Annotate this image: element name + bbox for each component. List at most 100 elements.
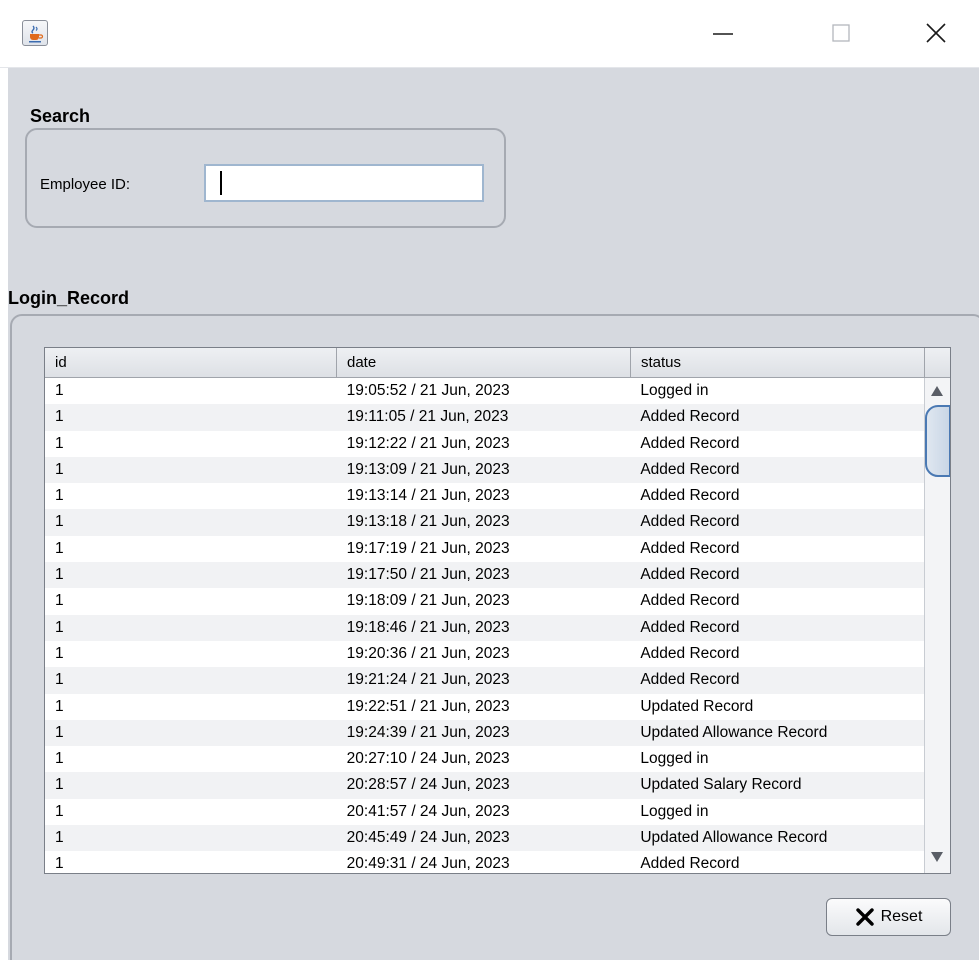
cell-date: 20:49:31 / 24 Jun, 2023 bbox=[346, 855, 510, 873]
cell-id: 1 bbox=[55, 539, 64, 557]
cell-status: Added Record bbox=[640, 566, 740, 584]
close-button[interactable] bbox=[913, 14, 959, 54]
cell-status: Updated Allowance Record bbox=[640, 723, 828, 741]
scroll-thumb[interactable] bbox=[925, 405, 950, 477]
title-bar bbox=[0, 0, 979, 68]
cell-date: 19:20:36 / 21 Jun, 2023 bbox=[346, 644, 510, 662]
column-header-status[interactable]: status bbox=[631, 348, 925, 378]
cell-status: Added Record bbox=[640, 855, 740, 873]
table-row[interactable]: 1 20:27:10 / 24 Jun, 2023 Logged in bbox=[45, 746, 924, 773]
table-row[interactable]: 1 19:17:19 / 21 Jun, 2023 Added Record bbox=[45, 535, 924, 563]
cell-status: Updated Salary Record bbox=[640, 776, 802, 794]
x-icon bbox=[855, 908, 874, 926]
login-record-title: Login_Record bbox=[8, 288, 130, 308]
cell-status: Updated Allowance Record bbox=[640, 829, 828, 847]
vertical-scrollbar[interactable] bbox=[924, 378, 950, 873]
cell-id: 1 bbox=[55, 460, 64, 478]
cell-id: 1 bbox=[55, 697, 64, 715]
cell-status: Updated Record bbox=[640, 697, 754, 715]
cell-date: 19:13:14 / 21 Jun, 2023 bbox=[346, 487, 510, 505]
cell-date: 19:21:24 / 21 Jun, 2023 bbox=[346, 671, 510, 689]
cell-id: 1 bbox=[55, 644, 64, 662]
table-row[interactable]: 1 19:13:09 / 21 Jun, 2023 Added Record bbox=[45, 456, 924, 484]
main-panel: Search Employee ID: Login_Record id date… bbox=[8, 68, 979, 960]
column-header-id[interactable]: id bbox=[45, 348, 337, 378]
column-header-date[interactable]: date bbox=[337, 348, 631, 378]
reset-button[interactable]: Reset bbox=[826, 898, 951, 936]
table-row[interactable]: 1 19:18:09 / 21 Jun, 2023 Added Record bbox=[45, 588, 924, 615]
minimize-button[interactable] bbox=[700, 14, 746, 54]
cell-status: Added Record bbox=[640, 671, 740, 689]
cell-date: 20:41:57 / 24 Jun, 2023 bbox=[346, 802, 510, 820]
table-row[interactable]: 1 19:24:39 / 21 Jun, 2023 Updated Allowanc… bbox=[45, 719, 924, 747]
cell-status: Added Record bbox=[640, 539, 740, 557]
maximize-icon bbox=[832, 24, 850, 42]
search-section-title: Search bbox=[30, 106, 91, 126]
employee-id-input[interactable] bbox=[204, 164, 484, 202]
column-header-corner bbox=[925, 348, 950, 378]
table-row[interactable]: 1 20:41:57 / 24 Jun, 2023 Logged in bbox=[45, 798, 924, 826]
table-row[interactable]: 1 19:12:22 / 21 Jun, 2023 Added Record bbox=[45, 430, 924, 457]
table-row[interactable]: 1 19:11:05 / 21 Jun, 2023 Added Record bbox=[45, 404, 924, 431]
table-row[interactable]: 1 19:17:50 / 21 Jun, 2023 Added Record bbox=[45, 562, 924, 589]
table-row[interactable]: 1 20:45:49 / 24 Jun, 2023 Updated Allowanc… bbox=[45, 825, 924, 852]
cell-date: 20:28:57 / 24 Jun, 2023 bbox=[346, 776, 510, 794]
cell-id: 1 bbox=[55, 855, 64, 873]
cell-status: Added Record bbox=[640, 592, 740, 610]
cell-date: 19:24:39 / 21 Jun, 2023 bbox=[346, 723, 510, 741]
cell-date: 19:18:46 / 21 Jun, 2023 bbox=[346, 618, 510, 636]
cell-id: 1 bbox=[55, 434, 64, 452]
employee-id-label: Employee ID: bbox=[40, 176, 131, 193]
cell-status: Added Record bbox=[640, 408, 740, 426]
cell-id: 1 bbox=[55, 513, 64, 531]
table-row[interactable]: 1 19:13:18 / 21 Jun, 2023 Added Record bbox=[45, 509, 924, 536]
cell-status: Logged in bbox=[640, 750, 709, 768]
cell-id: 1 bbox=[55, 382, 64, 399]
java-cup-icon[interactable] bbox=[22, 20, 48, 46]
scroll-down-arrow-icon[interactable] bbox=[929, 850, 945, 864]
cell-id: 1 bbox=[55, 592, 64, 610]
table-row[interactable]: 1 19:18:46 / 21 Jun, 2023 Added Record bbox=[45, 614, 924, 641]
table-row[interactable]: 1 20:49:31 / 24 Jun, 2023 Added Record bbox=[45, 851, 924, 873]
table-row[interactable]: 1 20:28:57 / 24 Jun, 2023 Updated Salary R… bbox=[45, 772, 924, 799]
cell-date: 19:17:50 / 21 Jun, 2023 bbox=[346, 566, 510, 584]
table-row[interactable]: 1 19:05:52 / 21 Jun, 2023 Logged in bbox=[45, 378, 924, 405]
cell-date: 19:05:52 / 21 Jun, 2023 bbox=[346, 382, 510, 399]
cell-id: 1 bbox=[55, 723, 64, 741]
cell-status: Added Record bbox=[640, 513, 740, 531]
cell-id: 1 bbox=[55, 671, 64, 689]
cell-status: Added Record bbox=[640, 434, 740, 452]
close-icon bbox=[926, 23, 946, 43]
table-row[interactable]: 1 19:21:24 / 21 Jun, 2023 Added Record bbox=[45, 667, 924, 694]
cell-date: 20:27:10 / 24 Jun, 2023 bbox=[346, 750, 510, 768]
cell-status: Added Record bbox=[640, 618, 740, 636]
cell-id: 1 bbox=[55, 618, 64, 636]
cell-date: 19:11:05 / 21 Jun, 2023 bbox=[346, 408, 509, 426]
login-record-table: id date status 1 19:05:52 / 21 Jun, 2023 L… bbox=[44, 347, 951, 874]
table-row[interactable]: 1 19:13:14 / 21 Jun, 2023 Added Record bbox=[45, 483, 924, 510]
cell-id: 1 bbox=[55, 750, 64, 768]
cell-date: 19:12:22 / 21 Jun, 2023 bbox=[346, 434, 510, 452]
cell-date: 19:13:18 / 21 Jun, 2023 bbox=[346, 513, 510, 531]
cell-date: 19:18:09 / 21 Jun, 2023 bbox=[346, 592, 510, 610]
reset-button-label: Reset bbox=[880, 908, 923, 925]
table-row[interactable]: 1 19:22:51 / 21 Jun, 2023 Updated Record bbox=[45, 693, 924, 720]
cell-id: 1 bbox=[55, 408, 64, 426]
cell-id: 1 bbox=[55, 776, 64, 794]
cell-status: Added Record bbox=[640, 487, 740, 505]
cell-status: Added Record bbox=[640, 460, 740, 478]
cell-id: 1 bbox=[55, 829, 64, 847]
cell-date: 19:17:19 / 21 Jun, 2023 bbox=[346, 539, 510, 557]
cell-id: 1 bbox=[55, 566, 64, 584]
table-body: 1 19:05:52 / 21 Jun, 2023 Logged in 1 19:11:… bbox=[45, 378, 924, 873]
scroll-up-arrow-icon[interactable] bbox=[929, 384, 945, 398]
text-caret bbox=[220, 171, 222, 195]
maximize-button[interactable] bbox=[818, 14, 864, 54]
cell-status: Logged in bbox=[640, 382, 709, 399]
cell-id: 1 bbox=[55, 802, 64, 820]
table-row[interactable]: 1 19:20:36 / 21 Jun, 2023 Added Record bbox=[45, 640, 924, 668]
cell-status: Logged in bbox=[640, 802, 709, 820]
cell-date: 19:22:51 / 21 Jun, 2023 bbox=[346, 697, 510, 715]
table-header: id date status bbox=[45, 348, 950, 378]
cell-id: 1 bbox=[55, 487, 64, 505]
